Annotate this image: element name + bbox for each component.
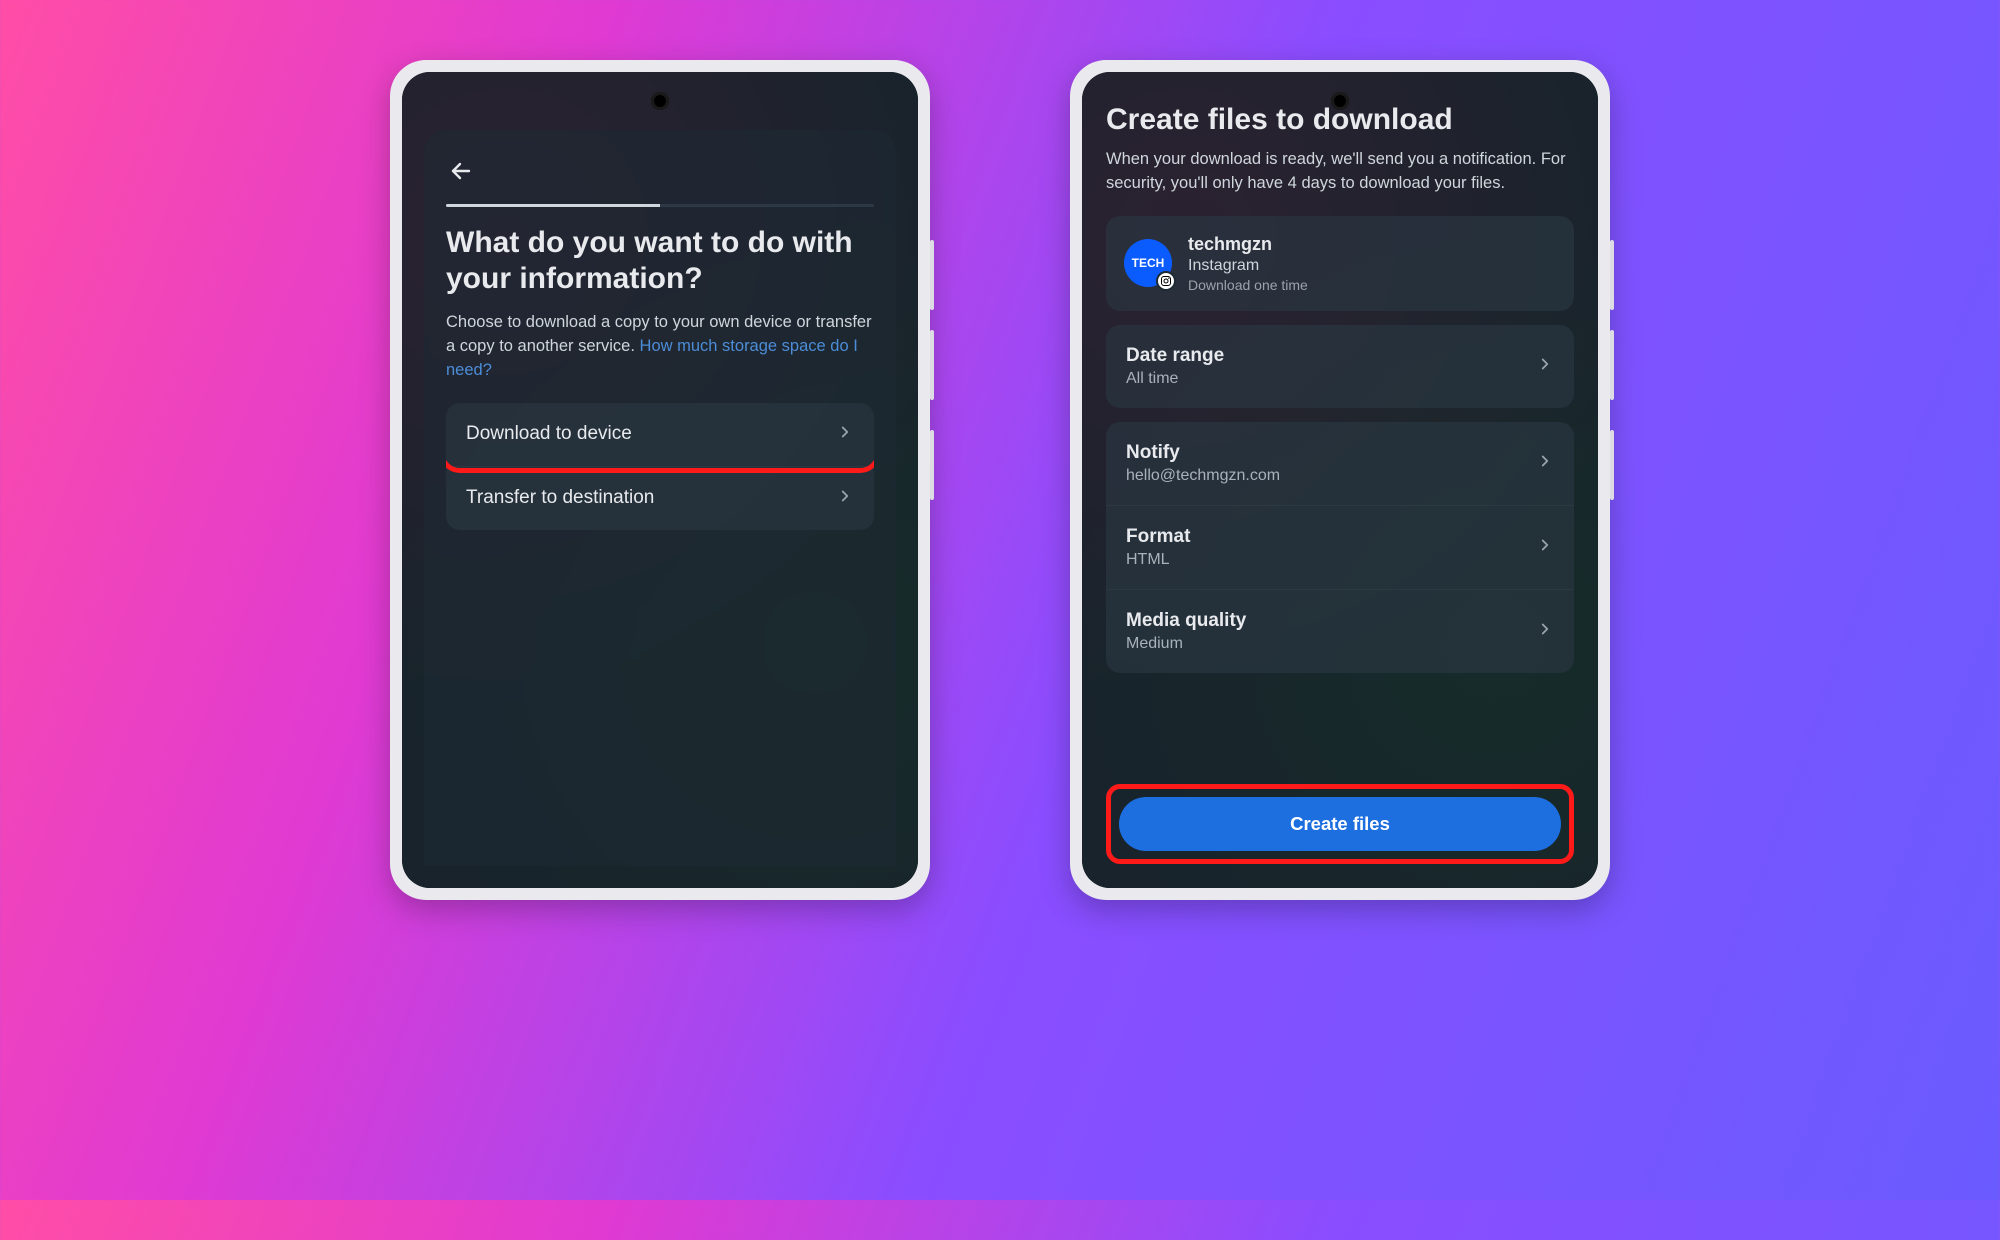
avatar: TECH: [1124, 239, 1172, 287]
row-media-quality[interactable]: Media quality Medium: [1106, 589, 1574, 673]
chevron-right-icon: [1536, 452, 1554, 475]
chevron-right-icon: [1536, 355, 1554, 378]
phone-right-inner: Create files to download When your downl…: [1082, 72, 1598, 888]
page-subtitle: Choose to download a copy to your own de…: [446, 311, 874, 383]
row-value: Medium: [1126, 635, 1246, 653]
row-format[interactable]: Format HTML: [1106, 505, 1574, 589]
screen-right: Create files to download When your downl…: [1082, 72, 1598, 888]
row-value: HTML: [1126, 551, 1190, 569]
row-date-range[interactable]: Date range All time: [1106, 325, 1574, 408]
options-card: Download to device Transfer to destinati…: [446, 403, 874, 530]
row-label: Format: [1126, 526, 1190, 548]
row-value: All time: [1126, 370, 1224, 388]
chevron-right-icon: [1536, 536, 1554, 559]
avatar-text: TECH: [1132, 256, 1165, 270]
option-download-to-device[interactable]: Download to device: [446, 403, 874, 466]
row-label: Media quality: [1126, 610, 1246, 632]
create-files-button[interactable]: Create files: [1119, 797, 1561, 851]
page-subtitle: When your download is ready, we'll send …: [1106, 148, 1574, 196]
settings-card: Notify hello@techmgzn.com Format HTML: [1106, 422, 1574, 673]
phone-left: What do you want to do with your informa…: [390, 60, 930, 900]
cta-highlight: Create files: [1106, 784, 1574, 864]
option-transfer-to-destination[interactable]: Transfer to destination: [446, 466, 874, 530]
arrow-left-icon: [449, 159, 473, 183]
option-label: Transfer to destination: [466, 487, 654, 509]
chevron-right-icon: [1536, 620, 1554, 643]
tutorial-two-phones: What do you want to do with your informa…: [0, 40, 2000, 1240]
row-label: Date range: [1126, 345, 1224, 367]
phone-right: Create files to download When your downl…: [1070, 60, 1610, 900]
row-value: hello@techmgzn.com: [1126, 467, 1280, 485]
chevron-right-icon: [836, 423, 854, 446]
account-card: TECH techmgzn Instagram Download one tim…: [1106, 216, 1574, 311]
screen-left: What do you want to do with your informa…: [402, 72, 918, 888]
front-camera: [1331, 92, 1349, 110]
sheet-left: What do you want to do with your informa…: [424, 130, 896, 866]
row-label: Notify: [1126, 442, 1280, 464]
chevron-right-icon: [836, 487, 854, 510]
front-camera: [651, 92, 669, 110]
date-range-card: Date range All time: [1106, 325, 1574, 408]
account-row[interactable]: TECH techmgzn Instagram Download one tim…: [1106, 216, 1574, 311]
back-button[interactable]: [446, 156, 476, 186]
option-label: Download to device: [466, 423, 632, 445]
account-service: Instagram: [1188, 257, 1308, 275]
instagram-badge-icon: [1156, 271, 1176, 291]
account-note: Download one time: [1188, 277, 1308, 293]
row-notify[interactable]: Notify hello@techmgzn.com: [1106, 422, 1574, 505]
account-name: techmgzn: [1188, 234, 1308, 255]
phone-left-inner: What do you want to do with your informa…: [402, 72, 918, 888]
page-title: What do you want to do with your informa…: [446, 225, 874, 297]
progress-bar: [446, 204, 874, 207]
